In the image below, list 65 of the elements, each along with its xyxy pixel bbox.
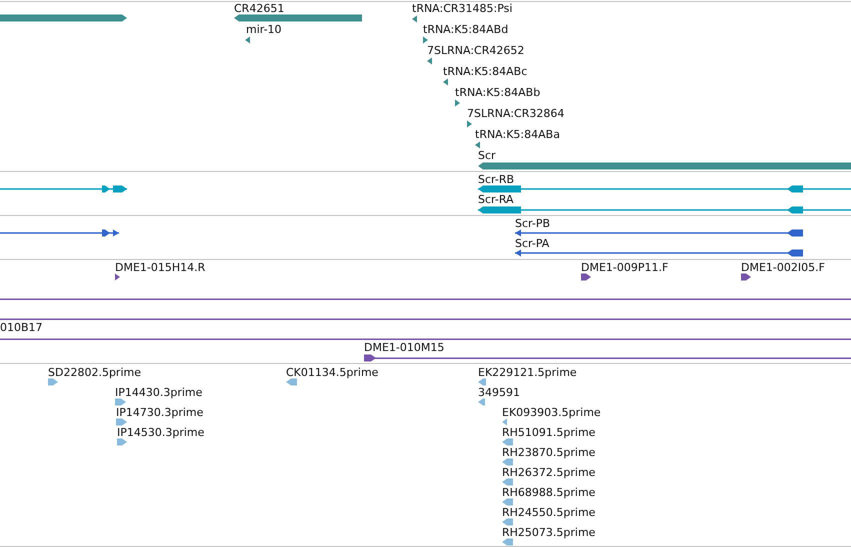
clone-arrow[interactable] bbox=[741, 274, 751, 280]
feature-label: Scr-PA bbox=[515, 237, 550, 250]
est-arrow[interactable] bbox=[115, 398, 126, 406]
gene-arrow[interactable] bbox=[467, 120, 472, 128]
feature-label: IP14730.3prime bbox=[116, 406, 204, 419]
transcript-drawing[interactable] bbox=[515, 230, 803, 236]
est-arrow[interactable] bbox=[478, 378, 486, 386]
transcript-drawing[interactable] bbox=[0, 186, 127, 192]
feature-label: RH23870.5prime bbox=[502, 446, 596, 459]
feature-label: mir-10 bbox=[246, 23, 282, 36]
est-arrow[interactable] bbox=[502, 538, 513, 546]
est-arrow[interactable] bbox=[502, 458, 513, 466]
feature-label: RH26372.5prime bbox=[502, 466, 596, 479]
est-arrow[interactable] bbox=[286, 378, 297, 386]
est-arrow[interactable] bbox=[502, 438, 513, 446]
feature-label: SD22802.5prime bbox=[48, 366, 141, 379]
est-arrow[interactable] bbox=[502, 478, 513, 486]
feature-label: RH24550.5prime bbox=[502, 506, 596, 519]
est-arrow[interactable] bbox=[502, 518, 513, 526]
feature-label: DME1-002I05.F bbox=[741, 261, 825, 274]
feature-label: tRNA:K5:84ABa bbox=[475, 128, 560, 141]
gene-arrow[interactable] bbox=[423, 36, 428, 44]
feature-label: IP14530.3prime bbox=[117, 426, 204, 439]
gene-arrow[interactable] bbox=[455, 100, 460, 106]
gene-arrow[interactable] bbox=[443, 78, 448, 86]
feature-label: RH68988.5prime bbox=[502, 486, 596, 499]
feature-label: Scr-RA bbox=[478, 193, 514, 206]
gene-arrow[interactable] bbox=[412, 16, 417, 22]
transcript-drawing[interactable] bbox=[515, 250, 803, 256]
feature-label: DME1-009P11.F bbox=[581, 261, 668, 274]
feature-label: tRNA:K5:84ABd bbox=[423, 23, 508, 36]
feature-label: Scr bbox=[478, 149, 496, 162]
est-arrow[interactable] bbox=[478, 398, 485, 406]
transcript-drawing[interactable] bbox=[478, 186, 851, 192]
feature-label: tRNA:K5:84ABb bbox=[455, 86, 540, 99]
est-arrow[interactable] bbox=[502, 418, 507, 426]
feature-label: EK229121.5prime bbox=[478, 366, 577, 379]
est-arrow[interactable] bbox=[116, 418, 127, 426]
feature-label: DME1-010M15 bbox=[364, 341, 444, 354]
feature-label: IP14430.3prime bbox=[115, 386, 202, 399]
feature-label: 349591 bbox=[478, 386, 520, 399]
feature-label: tRNA:CR31485:Psi bbox=[412, 2, 512, 15]
feature-label: Scr-RB bbox=[478, 173, 514, 186]
est-arrow[interactable] bbox=[48, 378, 58, 386]
transcript-drawing[interactable] bbox=[478, 206, 851, 214]
clone-arrow[interactable] bbox=[115, 274, 120, 280]
feature-label: Scr-PB bbox=[515, 217, 550, 230]
feature-label: 7SLRNA:CR42652 bbox=[427, 44, 524, 57]
feature-label: CK01134.5prime bbox=[286, 366, 378, 379]
alignment-line[interactable] bbox=[364, 354, 851, 362]
feature-label: DME1-015H14.R bbox=[115, 261, 206, 274]
feature-label: CR42651 bbox=[234, 2, 284, 15]
est-arrow[interactable] bbox=[502, 498, 513, 506]
feature-label: EK093903.5prime bbox=[502, 406, 601, 419]
gene-arrow[interactable] bbox=[245, 36, 250, 44]
feature-label: RH51091.5prime bbox=[502, 426, 596, 439]
feature-label: RH25073.5prime bbox=[502, 526, 596, 539]
gene-arrow[interactable] bbox=[427, 58, 432, 64]
est-arrow[interactable] bbox=[117, 438, 127, 446]
feature-label: 7SLRNA:CR32864 bbox=[467, 107, 564, 120]
clone-arrow[interactable] bbox=[581, 274, 591, 280]
feature-label: 010B17 bbox=[0, 321, 43, 334]
feature-label: tRNA:K5:84ABc bbox=[443, 65, 528, 78]
gene-arrow[interactable] bbox=[475, 142, 480, 148]
transcript-drawing[interactable] bbox=[0, 230, 119, 236]
